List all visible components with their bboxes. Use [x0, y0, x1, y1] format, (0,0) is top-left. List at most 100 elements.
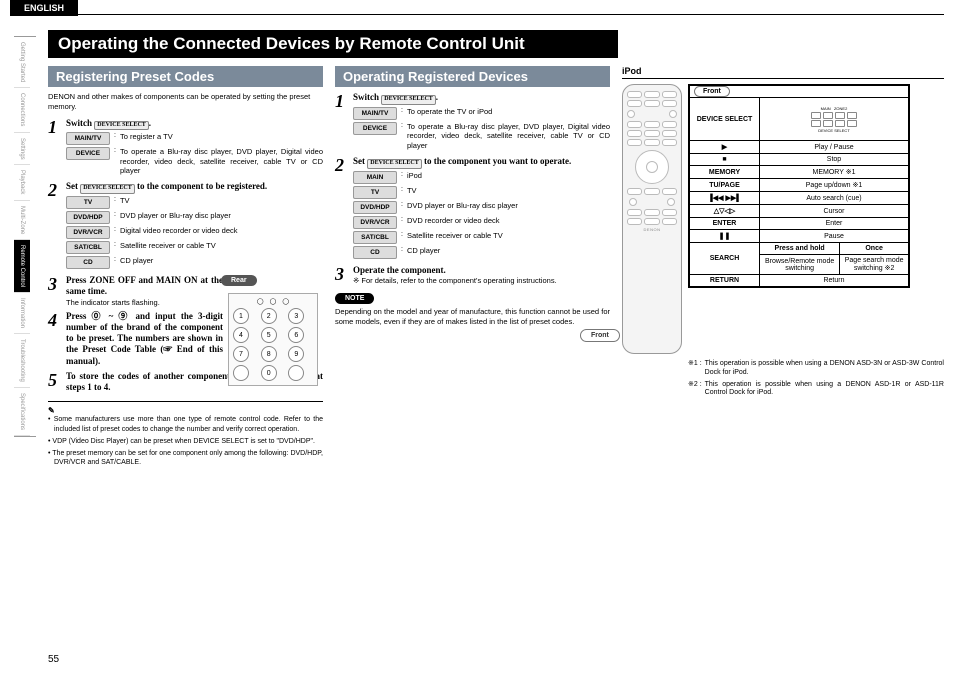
search-v2: Page search mode switching ※2: [840, 255, 909, 275]
device-select-graphic: MAIN ZONE2 DEVICE SELECT: [764, 100, 904, 138]
row-key: ■: [690, 154, 760, 166]
row-val: Enter: [760, 218, 909, 230]
fn-text: This operation is possible when using a …: [705, 381, 944, 399]
ipod-heading: iPod: [622, 66, 944, 79]
device-select-icon: DEVICE SELECT: [381, 95, 436, 105]
sidebar-item-troubleshooting[interactable]: Troubleshooting: [14, 334, 30, 388]
rear-label: Rear: [221, 275, 257, 286]
step-number: 2: [48, 181, 62, 271]
note-item: VDP (Video Disc Player) can be preset wh…: [48, 437, 323, 446]
row-val: Auto search (cue): [760, 192, 909, 205]
op-step-3-lead: Operate the component.: [353, 265, 610, 276]
keypad-3: 3: [288, 308, 304, 324]
round-button-icon: [627, 110, 635, 118]
registering-section: Registering Preset Codes DENON and other…: [48, 66, 323, 470]
front-label: Front: [580, 329, 620, 342]
sidebar-item-specifications[interactable]: Specifications: [14, 388, 30, 436]
step-2-lead-suffix: to the component to be registered.: [137, 181, 267, 191]
row-key: MEMORY: [690, 166, 760, 179]
led-icon: ◯: [282, 298, 289, 305]
op-step-1-prefix: Switch: [353, 92, 379, 102]
fn-text: This operation is possible when using a …: [705, 360, 944, 378]
row-val: Cursor: [760, 205, 909, 218]
sidebar-item-multi-zone[interactable]: Multi-Zone: [14, 201, 30, 240]
step-1-lead-prefix: Switch: [66, 118, 92, 128]
desc: To operate a Blu-ray disc player, DVD pl…: [407, 122, 610, 150]
desc: TV: [407, 186, 610, 195]
round-button-icon: [669, 110, 677, 118]
step-1: 1 Switch DEVICE SELECT. MAIN/TV:To regis…: [48, 118, 323, 178]
button-tv: TV: [353, 186, 397, 199]
op-step-1-suffix: .: [436, 92, 438, 102]
sidebar-item-information[interactable]: Information: [14, 293, 30, 334]
desc: DVD player or Blu-ray disc player: [120, 211, 323, 220]
row-key: ❚❚: [690, 230, 760, 243]
keypad-4: 4: [233, 327, 249, 343]
step-number: 2: [335, 156, 349, 261]
button-main-tv: MAIN/TV: [353, 107, 397, 120]
button-cd: CD: [353, 246, 397, 259]
brand-logo: DENON: [627, 227, 677, 232]
note-item: Some manufacturers use more than one typ…: [48, 415, 323, 433]
desc: To operate the TV or iPod: [407, 107, 610, 116]
round-button-icon: [667, 198, 675, 206]
desc: CD player: [407, 246, 610, 255]
step-number: 3: [48, 275, 62, 307]
note-pill: NOTE: [335, 293, 374, 304]
button-main-tv: MAIN/TV: [66, 132, 110, 145]
row-key: TU/PAGE: [690, 179, 760, 192]
sidebar-item-settings[interactable]: Settings: [14, 133, 30, 166]
button-device: DEVICE: [353, 122, 397, 135]
step-2: 2 Set DEVICE SELECT to the component to …: [48, 181, 323, 271]
fn-mark: ※2 :: [688, 381, 702, 399]
step-number: 4: [48, 311, 62, 367]
sidebar-item-remote-control[interactable]: Remote Control: [14, 240, 30, 293]
main-content: Operating the Connected Devices by Remot…: [48, 30, 944, 470]
button-dvd-hdp: DVD/HDP: [66, 211, 110, 224]
search-v1: Browse/Remote mode switching: [760, 255, 840, 275]
desc: CD player: [120, 256, 323, 265]
button-dvr-vcr: DVR/VCR: [66, 226, 110, 239]
page-title: Operating the Connected Devices by Remot…: [48, 30, 618, 58]
ipod-function-table: Front DEVICE SELECT MAIN ZONE2 DEVICE SE…: [688, 84, 910, 288]
round-button-icon: [629, 198, 637, 206]
sidebar-item-getting-started[interactable]: Getting Started: [14, 37, 30, 88]
step-3-sub: The indicator starts flashing.: [66, 298, 223, 307]
sidebar-item-connections[interactable]: Connections: [14, 88, 30, 132]
remote-front-diagram: DENON: [622, 84, 682, 354]
operating-heading: Operating Registered Devices: [335, 66, 610, 87]
step-4: 4 Press ⓪ ~ ⑨ and input the 3-digit numb…: [48, 311, 223, 367]
keypad-5: 5: [261, 327, 277, 343]
registering-heading: Registering Preset Codes: [48, 66, 323, 87]
sidebar-item-playback[interactable]: Playback: [14, 165, 30, 200]
desc: To operate a Blu-ray disc player, DVD pl…: [120, 147, 323, 175]
front-tag: Front: [694, 86, 730, 97]
step-3-lead: Press ZONE OFF and MAIN ON at the same t…: [66, 275, 223, 298]
remote-keypad-diagram: ◯ ◯ ◯ 1 2 3 4 5 6 7 8 9: [228, 293, 318, 386]
step-number: 1: [48, 118, 62, 178]
row-val: Stop: [760, 154, 909, 166]
button-main: MAIN: [353, 171, 397, 184]
step-number: 5: [48, 371, 62, 394]
ipod-footnotes: ※1 :This operation is possible when usin…: [688, 360, 944, 398]
row-val: Return: [760, 275, 909, 287]
op-step-1: 1 Switch DEVICE SELECT. MAIN/TV:To opera…: [335, 92, 610, 152]
button-dvd-hdp: DVD/HDP: [353, 201, 397, 214]
keypad-1: 1: [233, 308, 249, 324]
button-sat-cbl: SAT/CBL: [353, 231, 397, 244]
desc: Digital video recorder or video deck: [120, 226, 323, 235]
search-h1: Press and hold: [760, 243, 840, 255]
keypad-6: 6: [288, 327, 304, 343]
step-2-lead-prefix: Set: [66, 181, 78, 191]
row-val: Pause: [760, 230, 909, 243]
device-select-icon: DEVICE SELECT: [94, 121, 149, 131]
keypad-blank: [288, 365, 304, 381]
registering-notes: ✎ Some manufacturers use more than one t…: [48, 401, 323, 466]
row-key: ▶: [690, 141, 760, 154]
row-key: DEVICE SELECT: [690, 98, 760, 141]
button-cd: CD: [66, 256, 110, 269]
desc: TV: [120, 196, 323, 205]
op-step-3-sub: ※ For details, refer to the component's …: [353, 276, 610, 285]
button-dvr-vcr: DVR/VCR: [353, 216, 397, 229]
row-key: ▐◀◀ ▶▶▌: [690, 192, 760, 205]
